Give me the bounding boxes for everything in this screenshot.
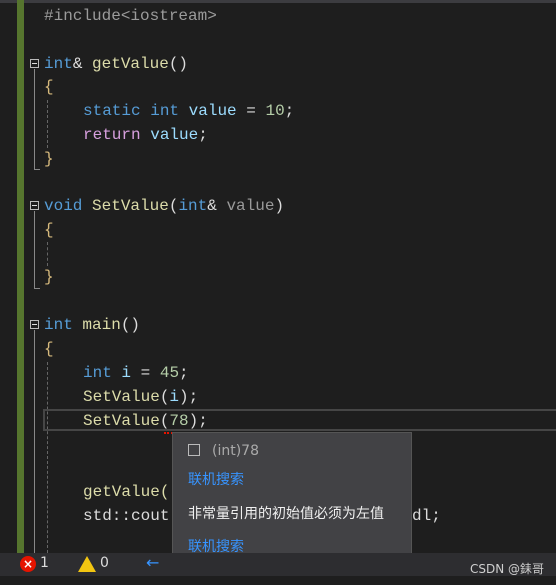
token: & bbox=[207, 197, 227, 215]
indent-guide bbox=[47, 242, 48, 266]
token: 78 bbox=[169, 412, 189, 430]
token: ; bbox=[198, 126, 208, 144]
watermark: CSDN @銇哥 bbox=[469, 562, 544, 576]
navigate-back-icon[interactable]: ← bbox=[146, 553, 159, 572]
token: value bbox=[150, 126, 199, 144]
error-icon[interactable]: × bbox=[20, 556, 36, 572]
error-message: 非常量引用的初始值必须为左值 bbox=[188, 506, 384, 522]
code-line-setvalue-signature[interactable]: void SetValue(int& value) bbox=[44, 194, 284, 218]
online-search-link[interactable]: 联机搜索 bbox=[188, 469, 244, 489]
code-line-getvalue-call[interactable]: getValue() bbox=[83, 480, 179, 504]
token: SetValue bbox=[92, 197, 169, 215]
fold-line bbox=[34, 211, 35, 288]
token: getValue bbox=[92, 55, 169, 73]
code-line-cout-end: dl; bbox=[412, 507, 441, 525]
fold-end bbox=[34, 288, 40, 289]
token: static bbox=[83, 102, 141, 120]
token: main bbox=[82, 316, 121, 334]
token: 45 bbox=[159, 364, 180, 382]
bottom-strip bbox=[0, 576, 556, 585]
fold-toggle-setvalue[interactable] bbox=[30, 201, 39, 210]
fold-toggle-main[interactable] bbox=[30, 320, 39, 329]
indent-guide bbox=[47, 362, 48, 553]
code-line-return[interactable]: return value; bbox=[83, 123, 208, 147]
token: return bbox=[83, 126, 141, 144]
token: () bbox=[120, 316, 141, 334]
token: SetValue bbox=[83, 412, 160, 430]
code-line-getvalue-signature[interactable]: int& getValue() bbox=[44, 52, 188, 76]
code-line-brace[interactable]: { bbox=[44, 337, 54, 361]
signature-text: (int)78 bbox=[212, 443, 259, 459]
token: ( bbox=[159, 388, 170, 406]
token: = bbox=[236, 102, 266, 120]
error-count[interactable]: 1 bbox=[40, 555, 49, 571]
code-line-main-signature[interactable]: int main() bbox=[44, 313, 140, 337]
warning-count[interactable]: 0 bbox=[100, 555, 109, 571]
code-line-brace[interactable]: } bbox=[44, 265, 54, 289]
code-line-int-i[interactable]: int i = 45; bbox=[83, 361, 189, 385]
token: ) bbox=[274, 197, 285, 215]
code-line-static[interactable]: static int value = 10; bbox=[83, 99, 294, 123]
token: ( bbox=[159, 412, 170, 430]
token: ( bbox=[168, 197, 179, 215]
code-line-cout[interactable]: std::cout bbox=[83, 504, 169, 528]
code-line-setvalue-78[interactable]: SetValue(78); bbox=[83, 409, 208, 433]
include-directive: #include<iostream> bbox=[44, 7, 217, 25]
token: = bbox=[131, 364, 160, 382]
token: () bbox=[168, 55, 189, 73]
code-line-brace[interactable]: { bbox=[44, 75, 54, 99]
code-line-setvalue-i[interactable]: SetValue(i); bbox=[83, 385, 198, 409]
warning-icon[interactable] bbox=[78, 556, 96, 572]
quick-info-tooltip: (int)78 联机搜索 非常量引用的初始值必须为左值 联机搜索 bbox=[172, 432, 412, 564]
fold-toggle-getvalue[interactable] bbox=[30, 59, 39, 68]
token: int bbox=[150, 102, 180, 120]
token: & bbox=[72, 55, 93, 73]
token: 10 bbox=[265, 102, 285, 120]
token: value bbox=[226, 197, 275, 215]
code-line-brace[interactable]: { bbox=[44, 218, 54, 242]
editor-top-border bbox=[0, 0, 556, 3]
token: SetValue bbox=[83, 388, 160, 406]
token: int bbox=[83, 364, 112, 382]
token: int bbox=[44, 55, 73, 73]
token: ; bbox=[179, 364, 189, 382]
token: ); bbox=[179, 388, 199, 406]
indent-guide bbox=[47, 100, 48, 148]
token: value bbox=[188, 102, 237, 120]
code-line-brace[interactable]: } bbox=[44, 147, 54, 171]
constant-icon bbox=[188, 444, 200, 456]
fold-end bbox=[34, 169, 40, 170]
token: ); bbox=[188, 412, 208, 430]
token: int bbox=[178, 197, 208, 215]
token: void bbox=[44, 197, 83, 215]
token: i bbox=[169, 388, 180, 406]
token: int bbox=[44, 316, 73, 334]
fold-line bbox=[34, 69, 35, 169]
fold-line bbox=[34, 330, 35, 553]
change-tracking-bar bbox=[17, 0, 24, 553]
tooltip-signature: (int)78 bbox=[188, 443, 259, 459]
token: ; bbox=[284, 102, 295, 120]
code-line-include[interactable]: #include<iostream> bbox=[44, 4, 217, 28]
token: i bbox=[121, 364, 132, 382]
